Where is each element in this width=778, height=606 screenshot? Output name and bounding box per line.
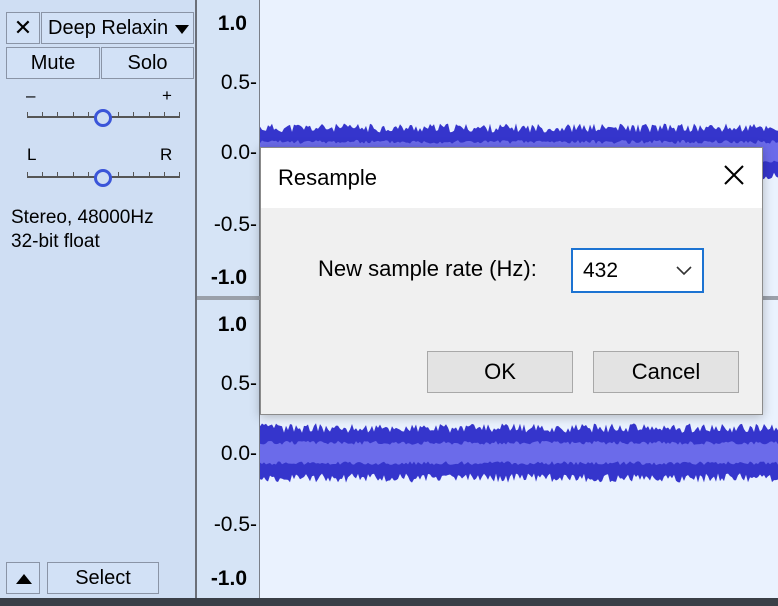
slider-tick (133, 112, 134, 118)
slider-tick (179, 172, 180, 178)
slider-tick (118, 112, 119, 118)
collapse-track-button[interactable] (6, 562, 40, 594)
slider-tick (57, 172, 58, 178)
slider-tick (133, 172, 134, 178)
track-control-panel: ✕ Deep Relaxin Mute Solo – + L R Stereo,… (0, 0, 197, 606)
cancel-button[interactable]: Cancel (593, 351, 739, 393)
track-name: Deep Relaxin (48, 17, 169, 39)
slider-tick (73, 172, 74, 178)
sample-rate-value[interactable]: 432 (583, 259, 618, 283)
pan-slider-thumb[interactable] (94, 169, 112, 187)
ruler-label: 1.0 (217, 313, 247, 336)
slider-tick (149, 172, 150, 178)
select-track-button[interactable]: Select (47, 562, 159, 594)
slider-tick (164, 112, 165, 118)
close-track-button[interactable]: ✕ (6, 12, 40, 44)
slider-tick (57, 112, 58, 118)
slider-tick (88, 112, 89, 118)
slider-tick (88, 172, 89, 178)
ruler-label: -0.5- (213, 513, 257, 536)
slider-tick (42, 172, 43, 178)
ruler-label: 0.5- (220, 372, 257, 395)
slider-tick (27, 172, 28, 178)
dialog-title: Resample (278, 165, 378, 190)
ruler-label: 0.5- (220, 71, 257, 94)
triangle-up-icon (16, 574, 32, 584)
dialog-close-button[interactable] (714, 158, 754, 194)
chevron-down-icon[interactable] (676, 264, 692, 276)
mute-button[interactable]: Mute (6, 47, 100, 79)
close-icon: ✕ (13, 15, 33, 40)
bottom-border (0, 598, 778, 606)
slider-tick (149, 112, 150, 118)
solo-button[interactable]: Solo (101, 47, 194, 79)
gain-slider-thumb[interactable] (94, 109, 112, 127)
track-name-menu-button[interactable]: Deep Relaxin (41, 12, 194, 44)
waveform-channel-right-rms (260, 440, 778, 466)
ruler-label: -1.0 (210, 266, 247, 289)
dialog-titlebar[interactable]: Resample (261, 148, 762, 208)
amplitude-ruler: 1.0 0.5- 0.0- -0.5- -1.0 1.0 0.5- 0.0- -… (197, 0, 260, 606)
close-icon (724, 165, 744, 185)
slider-tick (164, 172, 165, 178)
ruler-label: -1.0 (210, 567, 247, 590)
resample-dialog: Resample New sample rate (Hz): 432 OK Ca… (260, 147, 763, 415)
slider-tick (27, 112, 28, 118)
track-format-info: Stereo, 48000Hz (11, 207, 154, 228)
slider-tick (73, 112, 74, 118)
track-bit-depth-info: 32-bit float (11, 231, 100, 252)
slider-tick (118, 172, 119, 178)
pan-slider[interactable] (0, 160, 197, 190)
ruler-label: 0.0- (220, 141, 257, 164)
gain-slider[interactable] (0, 100, 197, 130)
sample-rate-label: New sample rate (Hz): (318, 256, 537, 281)
ok-button[interactable]: OK (427, 351, 573, 393)
ruler-label: 1.0 (217, 12, 247, 35)
slider-tick (179, 112, 180, 118)
sample-rate-combobox[interactable]: 432 (571, 248, 704, 293)
ruler-label: -0.5- (213, 213, 257, 236)
ruler-label: 0.0- (220, 442, 257, 465)
dropdown-arrow-icon (175, 25, 189, 34)
slider-tick (42, 112, 43, 118)
